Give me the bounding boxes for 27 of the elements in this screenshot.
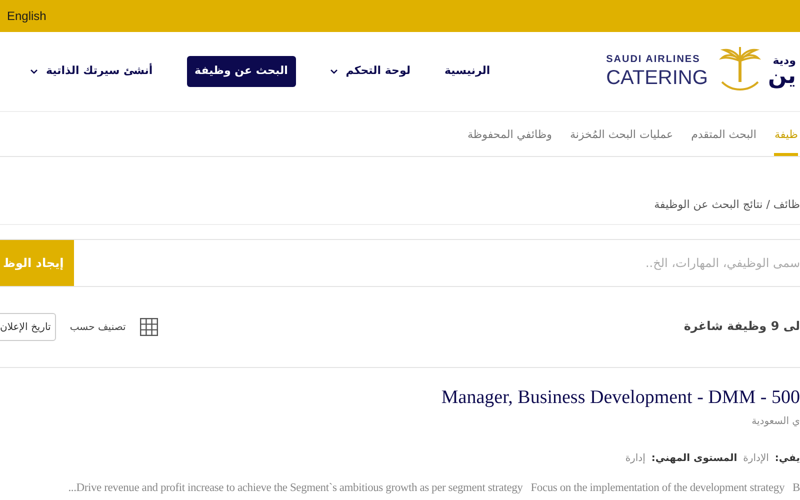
meta-value: إدارة [625,452,646,466]
tab[interactable]: عمليات البحث المُخزنة [570,126,674,156]
results-count: لى 9 وظيفة شاغرة [684,318,800,335]
logo-tagline: SAUDI AIRLINES [606,55,700,65]
logo-wordmark: CATERING [606,68,708,88]
nav-link[interactable]: أنشئ سيرتك الذاتية [30,63,153,80]
language-link[interactable]: English [7,7,46,25]
meta-label: المستوى المهني: [651,452,738,466]
job-location: ي السعودية [752,414,800,428]
tab[interactable]: وظائفي المحفوظة [467,126,552,156]
breadcrumb: ظائف / نتائج البحث عن الوظيفة [654,197,800,214]
tab[interactable]: البحث المتقدم [691,126,756,156]
sort-select[interactable]: تاريخ الإعلان [0,313,56,341]
sort-label: تصنيف حسب [70,320,126,334]
job-description: ...Drive revenue and profit increase to achieve the Segment`s ambitious growth as per segment strategy Focus on the implementation of the development strategy B [68,480,800,496]
caret-icon [30,69,38,74]
meta-value: الإدارة [743,452,769,466]
grid-view-icon[interactable] [140,318,158,336]
caret-icon [330,69,338,74]
nav-button[interactable]: البحث عن وظيفة [186,56,296,87]
logo-arabic-text: ين [768,66,796,88]
logo-arabic-text: ودية [772,55,796,66]
search-field[interactable]: سمى الوظيفي، المهارات، الخ.. [74,240,800,286]
meta-label: يفي: [774,452,800,466]
job-title-link[interactable]: Manager, Business Development - DMM - 500 [441,384,800,412]
nav-link[interactable]: لوحة التحكم [330,63,410,80]
nav-link[interactable]: الرنيسية [444,63,490,80]
